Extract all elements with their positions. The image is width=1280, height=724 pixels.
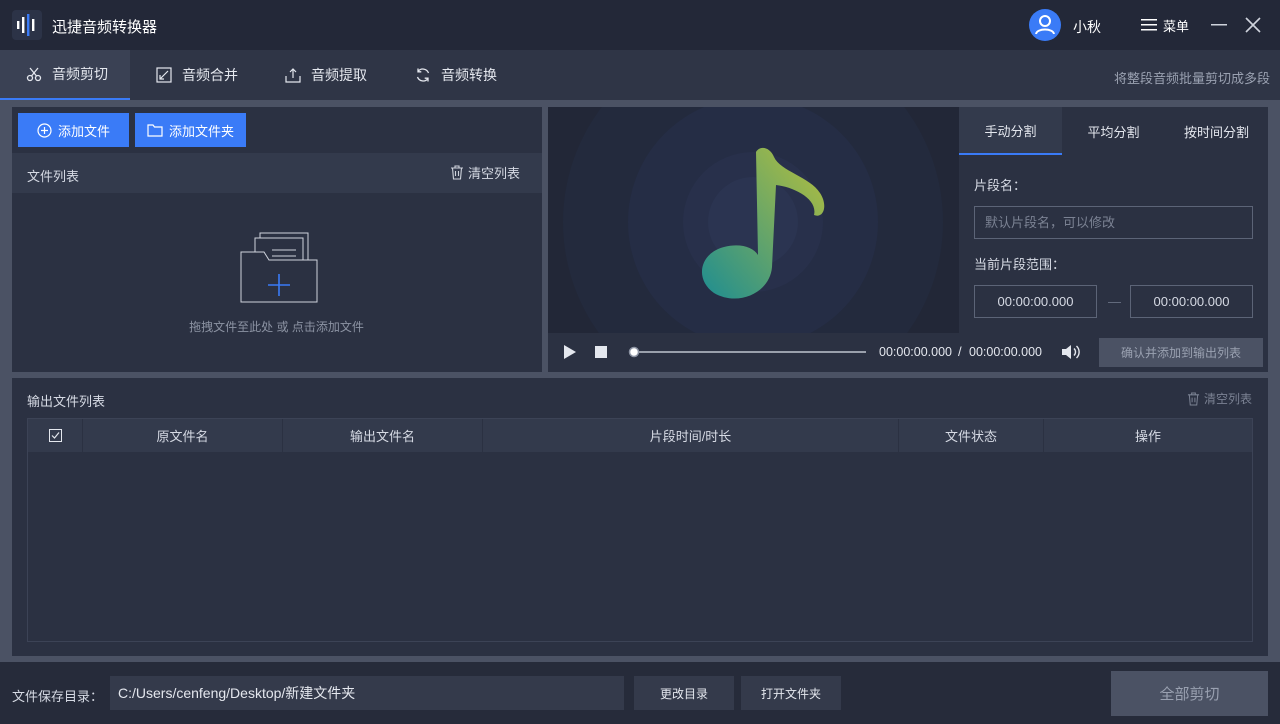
column-output-name: 输出文件名 xyxy=(283,419,483,452)
app-title: 迅捷音频转换器 xyxy=(52,19,158,36)
clear-file-list-button[interactable]: 清空列表 xyxy=(450,163,520,182)
scissors-icon xyxy=(26,67,42,82)
open-folder-button[interactable]: 打开文件夹 xyxy=(741,676,841,710)
change-dir-button[interactable]: 更改目录 xyxy=(634,676,734,710)
total-time: 00:00:00.000 xyxy=(969,345,1042,359)
trash-icon xyxy=(451,165,463,180)
end-time-input[interactable] xyxy=(1130,285,1253,318)
time-separator: / xyxy=(958,344,962,359)
refresh-icon xyxy=(416,68,430,82)
segment-name-label: 片段名： xyxy=(974,178,1027,193)
user-icon xyxy=(1035,15,1055,35)
tab-label: 音频提取 xyxy=(311,67,367,83)
clear-output-label: 清空列表 xyxy=(1204,392,1253,406)
hamburger-icon xyxy=(1141,19,1157,31)
column-actions: 操作 xyxy=(1134,429,1161,444)
app-logo-icon xyxy=(12,10,42,40)
output-table: 原文件名 输出文件名 片段时间/时长 文件状态 操作 xyxy=(27,418,1253,642)
tab-average-split[interactable]: 平均分割 xyxy=(1062,107,1165,155)
tab-time-split[interactable]: 按时间分割 xyxy=(1165,107,1268,155)
close-icon[interactable] xyxy=(1242,14,1264,36)
select-all-checkbox[interactable] xyxy=(28,419,83,452)
extract-icon xyxy=(285,68,301,83)
folder-icon xyxy=(147,124,163,137)
drop-hint: 拖拽文件至此处 或 点击添加文件 xyxy=(189,320,364,334)
start-time-input[interactable] xyxy=(974,285,1097,318)
username[interactable]: 小秋 xyxy=(1073,17,1101,37)
stop-icon[interactable] xyxy=(594,345,608,359)
tab-label: 音频剪切 xyxy=(52,66,108,82)
function-tab-bar: 音频剪切 音频合并 音频提取 音频转换 将整段音频批量剪切成多段 xyxy=(0,50,1280,100)
clear-output-list-button[interactable]: 清空列表 xyxy=(1187,390,1252,407)
play-icon[interactable] xyxy=(562,343,578,361)
tab-audio-extract[interactable]: 音频提取 xyxy=(285,50,367,100)
current-time: 00:00:00.000 xyxy=(879,345,952,359)
column-segment-time: 片段时间/时长 xyxy=(483,419,899,452)
add-folder-button[interactable]: 添加文件夹 xyxy=(135,113,246,147)
add-file-button[interactable]: 添加文件 xyxy=(18,113,129,147)
audio-preview xyxy=(548,107,959,333)
trash-icon xyxy=(1187,391,1200,406)
menu-label: 菜单 xyxy=(1163,18,1190,34)
file-list-title: 文件列表 xyxy=(27,169,80,184)
checkbox-icon xyxy=(48,429,62,442)
volume-icon[interactable] xyxy=(1060,342,1082,362)
save-path-input[interactable] xyxy=(110,676,624,710)
segment-range-label: 当前片段范围： xyxy=(974,257,1066,272)
clear-list-label: 清空列表 xyxy=(468,166,521,181)
tab-label: 音频合并 xyxy=(182,67,238,83)
avatar[interactable] xyxy=(1029,9,1061,41)
segment-name-input[interactable] xyxy=(974,206,1253,239)
tab-hint: 将整段音频批量剪切成多段 xyxy=(1113,71,1270,86)
tab-manual-split[interactable]: 手动分割 xyxy=(959,107,1062,155)
column-file-status: 文件状态 xyxy=(899,419,1044,452)
minimize-icon[interactable] xyxy=(1208,14,1230,36)
range-separator: — xyxy=(1108,294,1121,309)
tab-audio-convert[interactable]: 音频转换 xyxy=(415,50,497,100)
tab-audio-cut[interactable]: 音频剪切 xyxy=(0,50,130,100)
merge-icon xyxy=(156,67,172,83)
add-file-label: 添加文件 xyxy=(57,123,110,139)
tab-label: 音频转换 xyxy=(441,67,497,83)
tab-audio-merge[interactable]: 音频合并 xyxy=(156,50,238,100)
output-list-title: 输出文件列表 xyxy=(27,394,106,409)
music-note-icon xyxy=(563,107,943,333)
add-folder-label: 添加文件夹 xyxy=(168,123,234,139)
folder-add-illustration-icon xyxy=(240,232,318,303)
save-dir-label: 文件保存目录： xyxy=(12,689,104,704)
menu-button[interactable]: 菜单 xyxy=(1141,15,1189,35)
plus-circle-icon xyxy=(37,122,52,138)
cut-all-button[interactable]: 全部剪切 xyxy=(1111,671,1268,716)
column-original-name: 原文件名 xyxy=(83,419,283,452)
confirm-add-output-button[interactable]: 确认并添加到输出列表 xyxy=(1099,338,1263,367)
table-header: 原文件名 输出文件名 片段时间/时长 文件状态 操作 xyxy=(28,419,1252,452)
progress-slider[interactable] xyxy=(626,344,868,360)
